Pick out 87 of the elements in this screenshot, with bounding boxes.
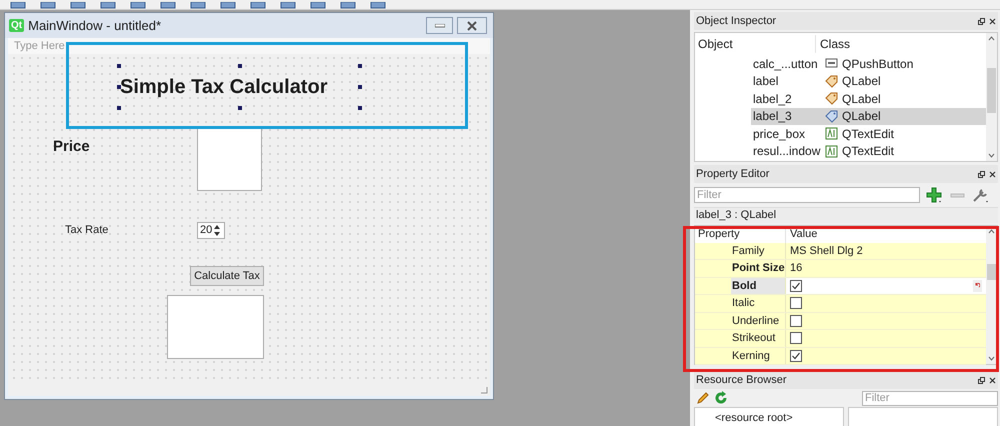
reload-icon[interactable] [714,391,728,405]
tag-icon [825,92,838,106]
column-header[interactable]: Object [695,35,815,53]
selection-handle[interactable] [117,85,121,89]
column-header[interactable]: Class [815,35,850,53]
property-name: Point Size [731,261,785,276]
object-name: label [752,73,780,90]
tree-row[interactable]: label_3 QLabel [751,108,986,125]
property-row[interactable]: Point Size 16 [695,260,986,278]
text-edit-class-icon [825,127,838,140]
property-value: 16 [790,261,802,276]
property-row[interactable]: Strikeout [695,330,986,348]
pencil-icon[interactable] [696,391,710,405]
class-name: QLabel [842,73,881,90]
property-name: Strikeout [731,331,776,346]
property-value: MS Shell Dlg 2 [790,244,863,258]
tag-icon [825,74,838,88]
spin-box[interactable]: 20 [197,222,225,239]
form-label: Price [53,137,90,157]
property-name: Underline [731,314,780,328]
property-row[interactable]: Underline [695,312,986,330]
float-icon[interactable] [978,170,985,178]
form-label: Simple Tax Calculator [119,66,360,108]
property-row[interactable]: Bold [695,278,986,295]
spin-value: 20 [200,223,212,238]
scrollbar[interactable] [986,33,997,161]
button-class-icon [825,57,838,70]
object-label: label_3 : QLabel [694,207,998,223]
close-icon [467,20,477,30]
property-name: Bold [731,278,785,294]
checkbox[interactable] [790,314,802,327]
add-icon[interactable] [926,187,944,203]
close-button[interactable] [457,17,487,34]
tree-item[interactable]: <resource root> [715,412,793,424]
qt-logo-icon: Qt [9,19,24,32]
spin-arrows-icon[interactable] [213,224,222,237]
dock-title: Property Editor [696,166,770,182]
selection-handle[interactable] [238,64,242,68]
calculate-button[interactable]: Calculate Tax [190,266,264,286]
close-icon[interactable] [989,170,996,178]
class-name: QPushButton [842,56,914,73]
form-label: Tax Rate [65,223,108,238]
property-name: Kerning [731,348,771,364]
float-icon[interactable] [978,18,985,24]
minimize-icon [434,24,444,28]
dock-title: Resource Browser [696,372,788,388]
class-name: QLabel [842,108,881,126]
object-name: calc_...utton [752,56,819,73]
close-icon[interactable] [989,18,996,24]
object-name: label_3 [752,108,793,126]
selection-handle[interactable] [358,64,362,68]
tag-icon [825,110,838,123]
text-edit-field[interactable] [167,295,264,359]
wrench-icon[interactable] [972,187,990,203]
checked-checkbox[interactable] [790,350,802,362]
selection-handle[interactable] [117,64,121,68]
selection-handle[interactable] [358,106,362,110]
property-name: Italic [731,296,756,311]
filter-field[interactable]: Filter [862,390,998,406]
class-name: QTextEdit [842,126,894,143]
column-header[interactable]: Property [695,226,785,242]
object-name: label_2 [752,90,793,108]
float-icon[interactable] [978,376,985,384]
selection-handle[interactable] [117,106,121,110]
text-edit-field[interactable] [197,128,262,191]
selection-handle[interactable] [358,85,362,89]
class-name: QTextEdit [842,143,894,160]
object-name: price_box [752,126,806,143]
property-name: Family [731,244,766,258]
window-title: MainWindow - untitled* [28,16,162,35]
close-icon[interactable] [989,376,996,384]
checkbox[interactable] [790,297,802,310]
object-name: resul...indow [752,143,821,160]
filter-field[interactable]: Filter [694,187,920,203]
reset-button[interactable] [973,280,982,292]
reset-icon [975,283,980,288]
checkbox[interactable] [790,332,802,344]
property-row[interactable]: Kerning [695,348,986,365]
class-name: QLabel [842,90,881,108]
checked-checkbox[interactable] [790,280,802,292]
property-row[interactable]: Italic [695,295,986,312]
selection-handle[interactable] [238,106,242,110]
minimize-button[interactable] [426,17,453,34]
resize-grip-icon[interactable] [480,386,488,394]
text-edit-class-icon [825,144,838,158]
dock-title: Object Inspector [696,14,778,29]
property-row[interactable]: Family MS Shell Dlg 2 [695,242,986,260]
